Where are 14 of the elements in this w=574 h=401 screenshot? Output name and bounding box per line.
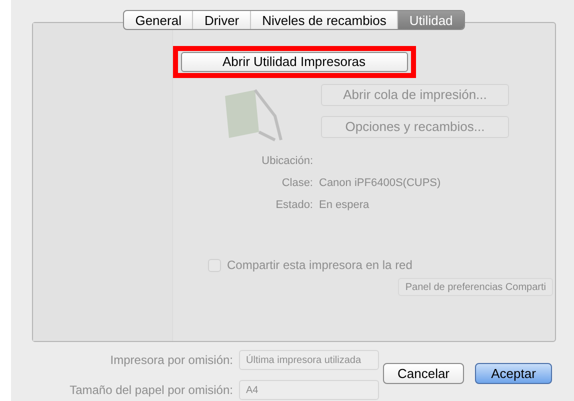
dialog-button[interactable]: Cancelar	[383, 363, 464, 384]
tab[interactable]: Driver	[193, 11, 252, 29]
detail-value: Canon iPF6400S(CUPS)	[319, 176, 441, 192]
open-utility-button[interactable]: Abrir Utilidad Impresoras	[180, 52, 408, 72]
detail-label: Estado:	[274, 198, 313, 214]
detail-label: Clase:	[280, 176, 313, 192]
default-label: Tamaño del papel por omisión:	[68, 382, 233, 399]
share-label: Compartir esta impresora en la red	[227, 257, 412, 274]
share-checkbox[interactable]	[208, 258, 221, 272]
dialog-button[interactable]: Aceptar	[475, 363, 552, 384]
default-label: Impresora por omisión:	[109, 352, 233, 369]
detail-label: Ubicación:	[260, 154, 313, 170]
detail-value: En espera	[319, 198, 370, 214]
tab[interactable]: General	[124, 11, 194, 29]
